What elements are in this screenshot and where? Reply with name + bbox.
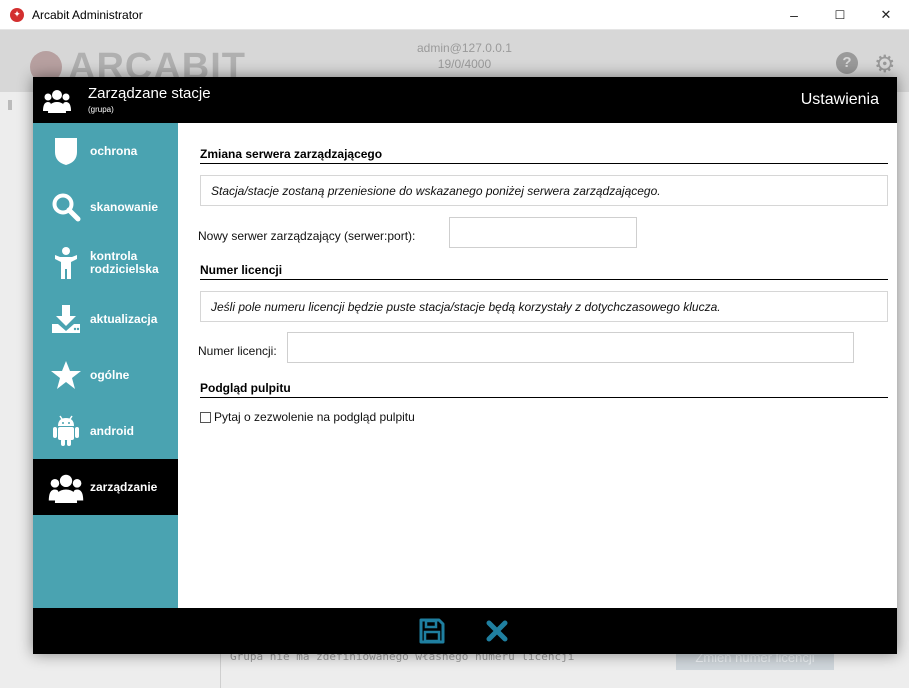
search-icon (47, 189, 85, 225)
license-input[interactable] (287, 332, 854, 363)
users-icon (43, 90, 71, 113)
window-title: Arcabit Administrator (32, 7, 143, 22)
sidebar-item-skanowanie[interactable]: skanowanie (33, 179, 178, 235)
sidebar-item-label: zarządzanie (90, 479, 158, 494)
modal-header: Zarządzane stacje (grupa) Ustawienia (33, 77, 897, 123)
modal-header-settings: Ustawienia (800, 91, 879, 108)
server-field-label: Nowy serwer zarządzający (serwer:port): (198, 229, 416, 243)
sidebar-item-label: android (90, 423, 134, 438)
maximize-button[interactable]: ☐ (817, 0, 863, 30)
arcabit-app-icon: ✦ (10, 7, 24, 22)
users-icon (47, 469, 85, 505)
section-divider (200, 163, 888, 164)
sidebar-item-ogolne[interactable]: ogólne (33, 347, 178, 403)
settings-content: Zmiana serwera zarządzającego Stacja/sta… (178, 123, 897, 608)
section-divider (200, 279, 888, 280)
desktop-preview-checkbox-row[interactable]: Pytaj o zezwolenie na podgląd pulpitu (200, 410, 415, 424)
modal-subtitle: (grupa) (88, 105, 114, 114)
section-title-preview: Podgląd pulpitu (200, 381, 291, 395)
sidebar-item-zarzadzanie[interactable]: zarządzanie (33, 459, 178, 515)
minimize-button[interactable]: – (771, 0, 817, 30)
license-field-label: Numer licencji: (198, 344, 277, 358)
background-user-sub: 19/0/4000 (437, 57, 492, 71)
sidebar: ochrona skanowanie kontrola rodzicielska… (33, 123, 178, 608)
cancel-button[interactable] (482, 616, 512, 646)
help-icon: ? (836, 52, 858, 74)
info-box-license: Jeśli pole numeru licencji będzie puste … (200, 291, 888, 322)
sidebar-item-label: kontrola rodzicielska (90, 249, 159, 276)
sidebar-item-label: ochrona (90, 143, 138, 158)
close-window-button[interactable]: ✕ (863, 0, 909, 30)
section-title-server: Zmiana serwera zarządzającego (200, 147, 383, 161)
shield-icon (47, 133, 85, 169)
background-edge-marker (8, 100, 12, 110)
sidebar-item-android[interactable]: android (33, 403, 178, 459)
save-button[interactable] (417, 616, 447, 646)
settings-modal: Zarządzane stacje (grupa) Ustawienia och… (33, 77, 897, 654)
save-icon (419, 618, 445, 644)
sidebar-item-aktualizacja[interactable]: aktualizacja (33, 291, 178, 347)
close-icon (486, 620, 508, 642)
sidebar-item-kontrola-rodzicielska[interactable]: kontrola rodzicielska (33, 235, 178, 291)
window-titlebar: ✦ Arcabit Administrator – ☐ ✕ (0, 0, 909, 30)
desktop-preview-checkbox[interactable] (200, 411, 211, 423)
modal-footer (33, 608, 897, 654)
gear-icon: ⚙ (874, 51, 896, 78)
desktop-preview-checkbox-label: Pytaj o zezwolenie na podgląd pulpitu (214, 410, 415, 424)
info-box-server: Stacja/stacje zostaną przeniesione do ws… (200, 175, 888, 206)
section-divider (200, 397, 888, 398)
sidebar-item-label: ogólne (90, 367, 130, 382)
background-user-info: admin@127.0.0.1 19/0/4000 (417, 40, 512, 72)
sidebar-item-label: skanowanie (90, 199, 159, 214)
server-input[interactable] (449, 217, 637, 248)
section-title-license: Numer licencji (200, 263, 283, 277)
sidebar-item-label: aktualizacja (90, 311, 158, 326)
modal-title: Zarządzane stacje (88, 85, 211, 102)
download-icon (47, 301, 85, 337)
star-icon (47, 357, 85, 393)
sidebar-item-ochrona[interactable]: ochrona (33, 123, 178, 179)
parental-control-icon (47, 245, 85, 281)
background-user: admin@127.0.0.1 (417, 41, 512, 55)
android-icon (47, 413, 85, 449)
